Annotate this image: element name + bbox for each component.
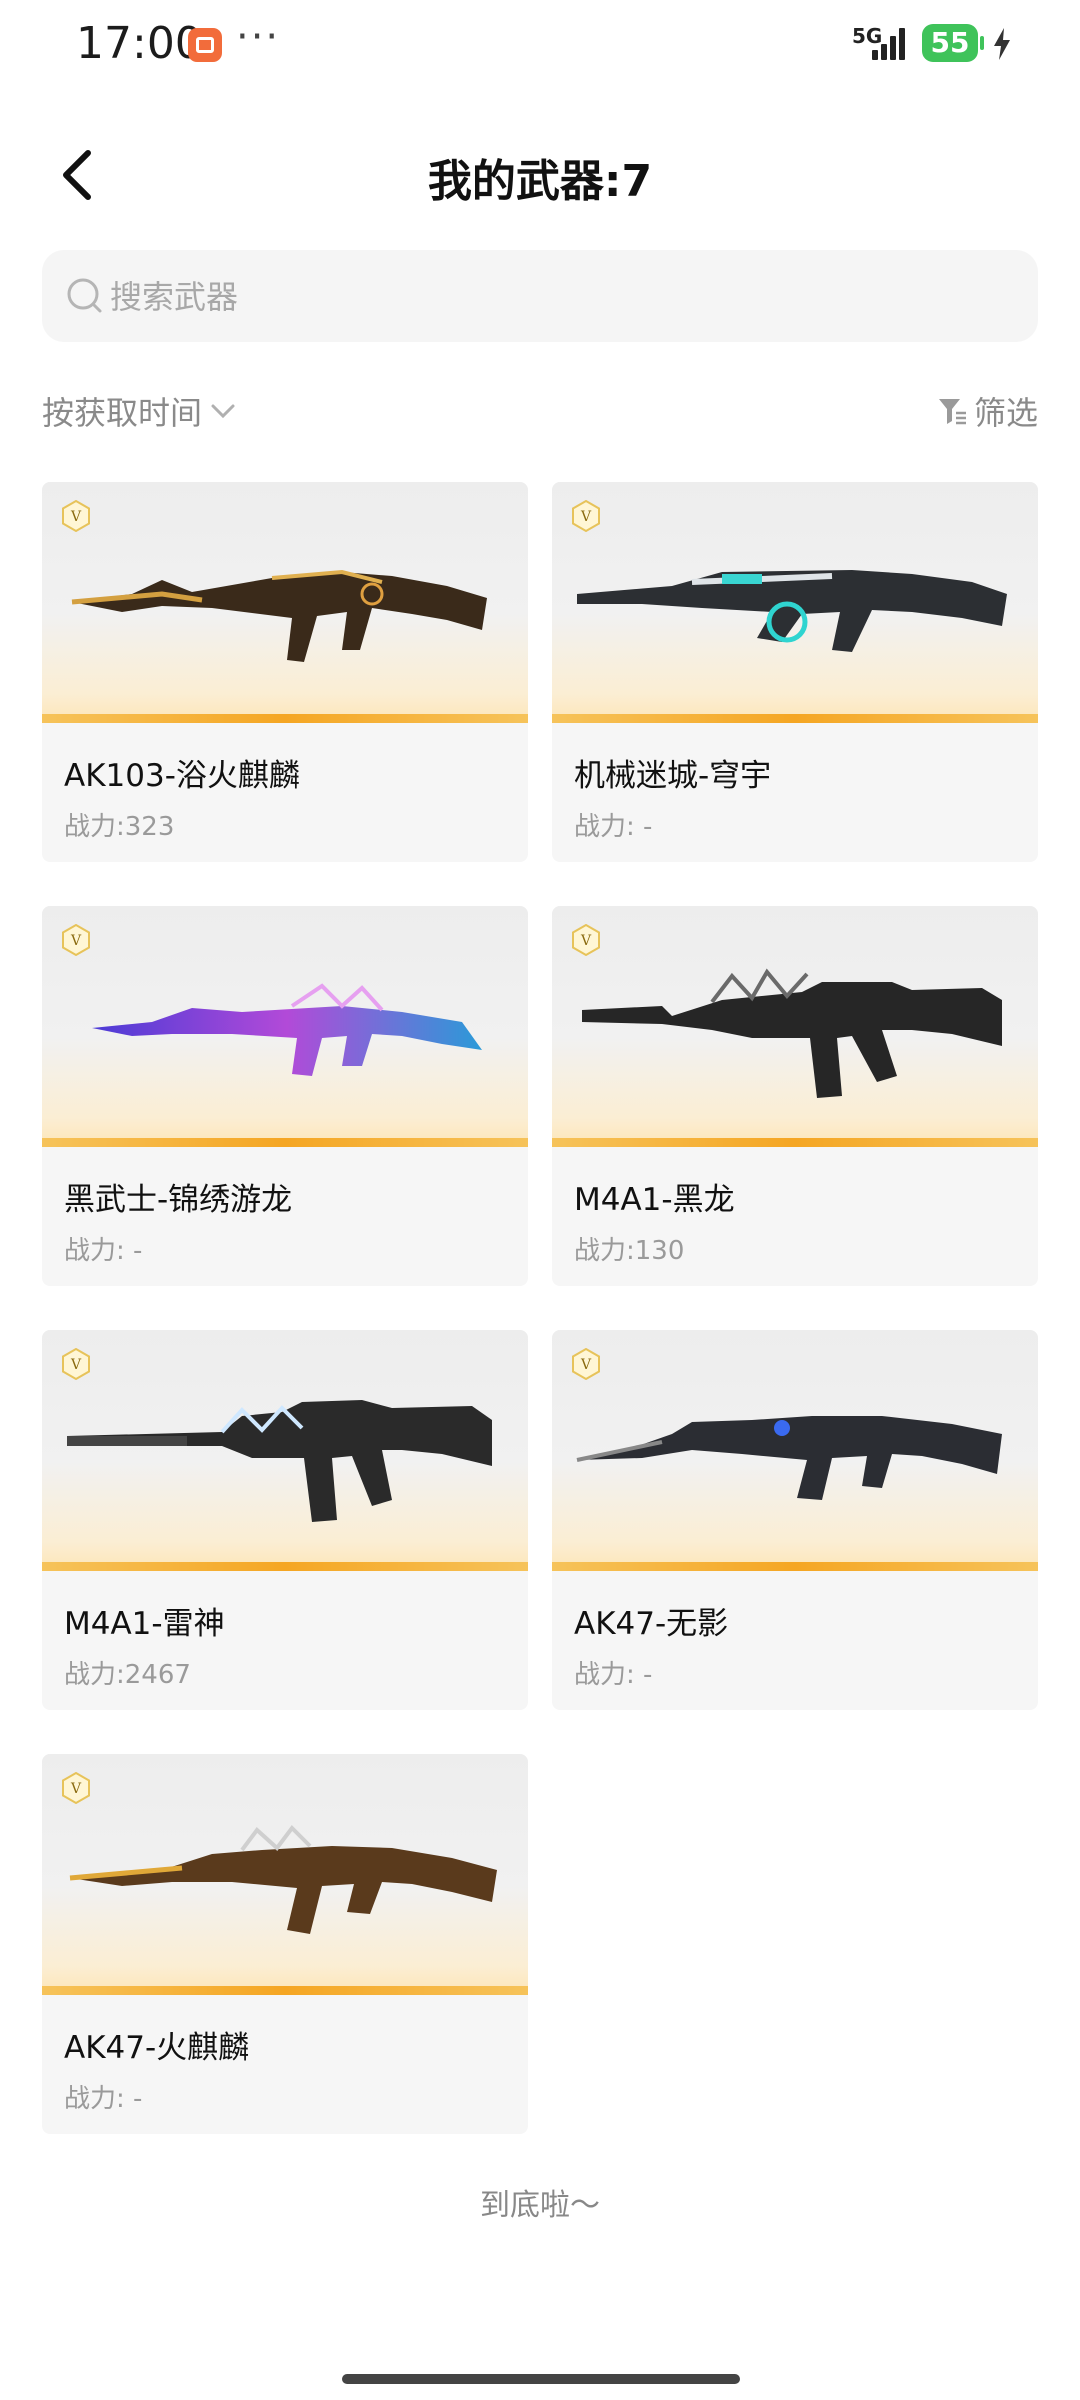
page-title: 我的武器:7 — [427, 156, 653, 207]
weapon-image-area: V — [552, 1330, 1038, 1570]
status-time: 17:00 — [76, 18, 203, 69]
weapon-card[interactable]: V M4A1-雷神 战力:2467 — [42, 1330, 528, 1710]
weapon-image-area: V — [552, 482, 1038, 722]
rarity-bar — [42, 714, 528, 723]
weapon-power: 战力: - — [64, 2084, 143, 2114]
weapon-power: 战力: - — [574, 812, 653, 842]
m4a1-rifle-icon — [582, 968, 1002, 1098]
end-of-list-text: 到底啦～ — [480, 2188, 600, 2223]
weapon-image-area: V — [552, 906, 1038, 1146]
ak47-fire-qilin-rifle-icon — [69, 1824, 497, 1934]
weapon-grid: V AK103-浴火麒麟 战力:323 V 机械迷城-穹宇 战力: - V 黑武… — [42, 482, 1038, 2134]
rarity-bar — [42, 1562, 528, 1571]
charging-icon — [994, 28, 1010, 60]
weapon-card[interactable]: V AK47-火麒麟 战力: - — [42, 1754, 528, 2134]
sort-dropdown[interactable]: 按获取时间 — [42, 388, 238, 434]
m4a1-thor-rifle-icon — [67, 1400, 492, 1522]
weapon-power: 战力:2467 — [64, 1660, 191, 1690]
weapon-name: M4A1-雷神 — [64, 1606, 225, 1642]
dragon-rifle-icon — [92, 983, 482, 1076]
weapon-card[interactable]: V 机械迷城-穹宇 战力: - — [552, 482, 1038, 862]
weapon-image-area: V — [42, 906, 528, 1146]
weapon-image-area: V — [42, 1754, 528, 1994]
signal-icon — [872, 26, 912, 60]
weapon-image-area: V — [42, 1330, 528, 1570]
weapon-power: 战力:130 — [574, 1236, 685, 1266]
search-input[interactable] — [108, 250, 1012, 344]
rarity-bar — [552, 1138, 1038, 1147]
rarity-bar — [552, 714, 1038, 723]
app-notification-icon — [188, 28, 222, 62]
weapon-power: 战力:323 — [64, 812, 175, 842]
sort-label: 按获取时间 — [42, 394, 203, 432]
weapon-image-area: V — [42, 482, 528, 722]
search-icon — [67, 278, 102, 313]
ak47-shadow-rifle-icon — [576, 1416, 1002, 1500]
filter-icon — [938, 399, 966, 425]
home-indicator[interactable] — [342, 2374, 740, 2384]
filter-button[interactable]: 筛选 — [936, 388, 1038, 434]
weapon-power: 战力: - — [574, 1660, 653, 1690]
status-bar: 17:00 ··· 5G 55 — [0, 0, 1080, 96]
ak103-rifle-icon — [71, 569, 487, 662]
weapon-card[interactable]: V 黑武士-锦绣游龙 战力: - — [42, 906, 528, 1286]
weapon-name: AK47-火麒麟 — [64, 2030, 250, 2066]
weapon-name: AK47-无影 — [574, 1606, 729, 1642]
weapon-name: 机械迷城-穹宇 — [574, 758, 772, 794]
chevron-down-icon — [211, 404, 235, 419]
weapon-name: 黑武士-锦绣游龙 — [64, 1182, 293, 1218]
rarity-bar — [552, 1562, 1038, 1571]
rarity-bar — [42, 1986, 528, 1995]
battery-icon: 55 — [922, 24, 984, 62]
more-notifications-icon: ··· — [236, 14, 281, 60]
weapon-card[interactable]: V AK103-浴火麒麟 战力:323 — [42, 482, 528, 862]
filter-label: 筛选 — [973, 394, 1038, 432]
weapon-card[interactable]: V M4A1-黑龙 战力:130 — [552, 906, 1038, 1286]
rarity-bar — [42, 1138, 528, 1147]
search-bar[interactable] — [42, 250, 1038, 344]
weapon-name: M4A1-黑龙 — [574, 1182, 735, 1218]
weapon-card[interactable]: V AK47-无影 战力: - — [552, 1330, 1038, 1710]
weapon-power: 战力: - — [64, 1236, 143, 1266]
mech-rifle-icon — [577, 570, 1007, 652]
weapon-name: AK103-浴火麒麟 — [64, 758, 300, 794]
